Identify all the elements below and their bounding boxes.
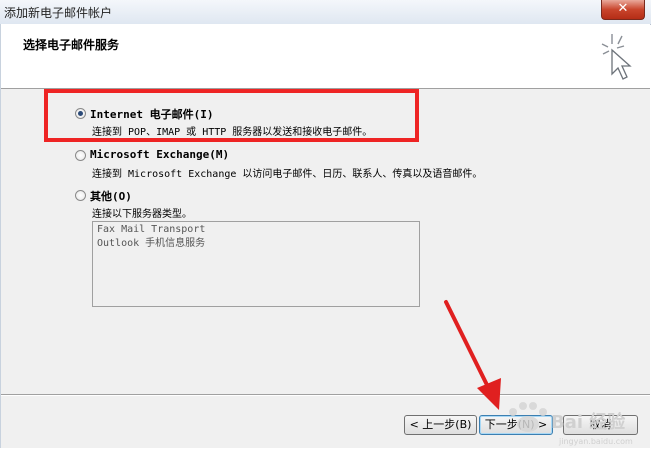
red-arrow-annotation bbox=[444, 300, 501, 410]
close-button[interactable]: ✕ bbox=[601, 0, 645, 20]
wizard-content: 选择电子邮件服务 Internet 电子邮件(I) 连接到 POP、IMAP 或… bbox=[0, 24, 650, 448]
title-bar: 添加新电子邮件帐户 ✕ bbox=[0, 0, 651, 25]
window-title: 添加新电子邮件帐户 bbox=[4, 6, 113, 20]
